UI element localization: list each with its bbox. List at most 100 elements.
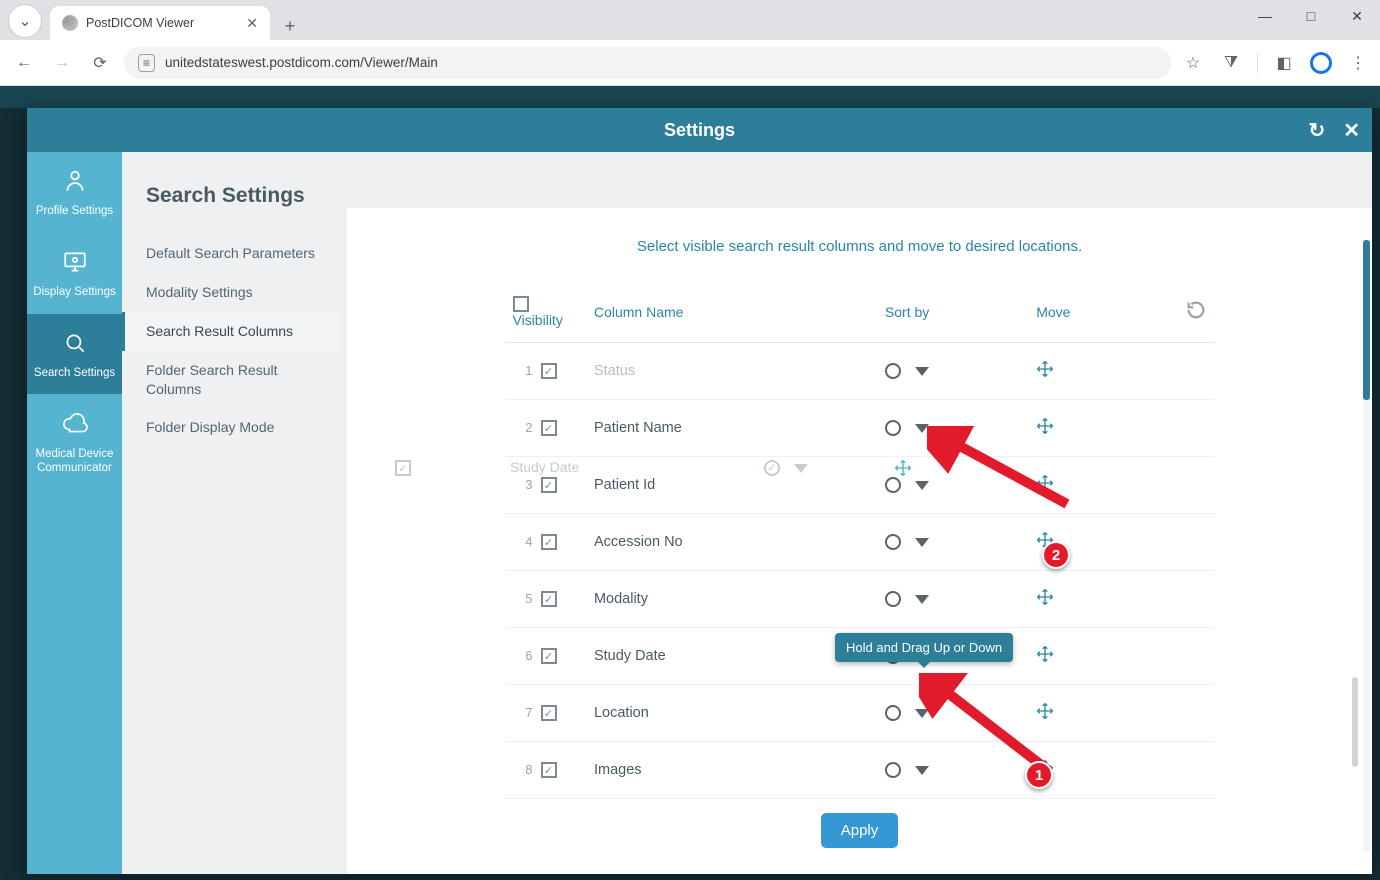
sort-direction-icon[interactable] <box>915 595 929 604</box>
row-number: 4 <box>513 534 541 549</box>
visibility-checkbox[interactable]: ✓ <box>541 477 557 493</box>
rail-display-settings[interactable]: Display Settings <box>27 233 122 314</box>
move-handle-icon[interactable] <box>1036 708 1054 724</box>
th-visibility[interactable]: Visibility <box>505 281 586 343</box>
sort-radio[interactable] <box>885 762 901 778</box>
rail-medical-device[interactable]: Medical Device Communicator <box>27 394 122 489</box>
reset-columns-icon[interactable] <box>1185 308 1207 324</box>
visibility-checkbox[interactable]: ✓ <box>541 534 557 550</box>
move-handle-icon[interactable] <box>1036 594 1054 610</box>
column-name-cell: Accession No <box>586 514 877 571</box>
move-handle-icon[interactable] <box>1036 480 1054 496</box>
visibility-checkbox[interactable]: ✓ <box>541 363 557 379</box>
page-title: Search Settings <box>122 184 341 234</box>
move-handle-icon[interactable] <box>1036 423 1054 439</box>
header-checkbox[interactable] <box>513 296 529 312</box>
address-bar[interactable]: ≡ unitedstateswest.postdicom.com/Viewer/… <box>124 47 1171 79</box>
monitor-gear-icon <box>62 249 88 279</box>
bookmark-star-icon[interactable]: ☆ <box>1181 51 1205 75</box>
column-name-cell: Location <box>586 685 877 742</box>
table-row[interactable]: 5✓ Modality <box>505 571 1215 628</box>
table-scrollbar[interactable] <box>1352 313 1358 777</box>
sort-direction-icon[interactable] <box>915 709 929 718</box>
move-handle-icon[interactable] <box>1036 366 1054 382</box>
table-row[interactable]: 2✓Patient Name <box>505 400 1215 457</box>
settings-modal: Settings ↻ ✕ Profile Settings Display Se… <box>27 108 1372 874</box>
site-info-icon[interactable]: ≡ <box>138 54 155 72</box>
row-number: 8 <box>513 762 541 777</box>
subnav-search-result-columns[interactable]: Search Result Columns <box>122 312 341 351</box>
sort-radio[interactable] <box>885 477 901 493</box>
visibility-checkbox[interactable]: ✓ <box>541 648 557 664</box>
column-name-cell: Patient Id <box>586 457 877 514</box>
th-sort: Sort by <box>877 281 1028 343</box>
sort-radio[interactable] <box>885 363 901 379</box>
rail-profile-settings[interactable]: Profile Settings <box>27 152 122 233</box>
visibility-checkbox[interactable]: ✓ <box>541 762 557 778</box>
th-move: Move <box>1028 281 1168 343</box>
window-close-icon[interactable]: ✕ <box>1334 0 1380 32</box>
new-tab-button[interactable]: + <box>276 12 304 40</box>
sort-radio[interactable] <box>885 705 901 721</box>
apply-button[interactable]: Apply <box>821 813 899 848</box>
window-minimize-icon[interactable]: ― <box>1242 0 1288 32</box>
visibility-checkbox[interactable]: ✓ <box>541 705 557 721</box>
profile-avatar-icon[interactable] <box>1310 52 1332 74</box>
row-number: 1 <box>513 363 541 378</box>
browser-toolbar: ← → ⟳ ≡ unitedstateswest.postdicom.com/V… <box>0 40 1380 86</box>
sort-radio[interactable] <box>885 534 901 550</box>
url-text: unitedstateswest.postdicom.com/Viewer/Ma… <box>165 55 438 70</box>
move-handle-icon[interactable] <box>1036 651 1054 667</box>
nav-reload-icon[interactable]: ⟳ <box>86 49 114 77</box>
sort-direction-icon[interactable] <box>915 424 929 433</box>
browser-titlebar: ⌄ PostDICOM Viewer ✕ + ― □ ✕ <box>0 0 1380 40</box>
table-row[interactable]: 4✓ Accession No <box>505 514 1215 571</box>
th-column-name: Column Name <box>586 281 877 343</box>
columns-panel: Select visible search result columns and… <box>347 208 1372 874</box>
visibility-checkbox[interactable]: ✓ <box>541 420 557 436</box>
subnav-folder-search-columns[interactable]: Folder Search Result Columns <box>122 351 341 409</box>
columns-table: Visibility Column Name Sort by Move 1✓St… <box>505 281 1215 799</box>
side-panel-icon[interactable]: ◧ <box>1272 51 1296 75</box>
modal-close-icon[interactable]: ✕ <box>1343 118 1360 143</box>
sort-radio[interactable] <box>885 591 901 607</box>
modal-title: Settings <box>664 120 735 141</box>
column-name-cell: Study Date <box>586 628 877 685</box>
nav-back-icon[interactable]: ← <box>10 49 38 77</box>
row-number: 7 <box>513 705 541 720</box>
sort-direction-icon[interactable] <box>915 766 929 775</box>
subnav-folder-display[interactable]: Folder Display Mode <box>122 408 341 447</box>
person-icon <box>62 168 88 198</box>
search-gear-icon <box>62 330 88 360</box>
sort-radio[interactable] <box>885 420 901 436</box>
move-handle-icon[interactable] <box>1036 537 1054 553</box>
subnav-default-search[interactable]: Default Search Parameters <box>122 234 341 273</box>
row-number: 2 <box>513 420 541 435</box>
table-row[interactable]: 8✓Images <box>505 741 1215 798</box>
browser-menu-icon[interactable]: ⋮ <box>1346 51 1370 75</box>
row-number: 5 <box>513 591 541 606</box>
modal-refresh-icon[interactable]: ↻ <box>1308 118 1325 143</box>
subnav-modality[interactable]: Modality Settings <box>122 273 341 312</box>
cloud-icon <box>62 410 88 440</box>
window-maximize-icon[interactable]: □ <box>1288 0 1334 32</box>
column-name-cell: Modality <box>586 571 877 628</box>
table-row[interactable]: 3✓ Patient Id <box>505 457 1215 514</box>
sort-direction-icon[interactable] <box>915 367 929 376</box>
rail-label: Search Settings <box>34 366 115 380</box>
browser-tab[interactable]: PostDICOM Viewer ✕ <box>50 6 270 40</box>
extensions-icon[interactable]: ⧩ <box>1219 51 1243 75</box>
row-number: 3 <box>513 477 541 492</box>
sort-direction-icon[interactable] <box>915 538 929 547</box>
rail-label: Medical Device Communicator <box>33 447 116 476</box>
rail-label: Display Settings <box>33 285 115 299</box>
settings-rail: Profile Settings Display Settings Search… <box>27 152 122 874</box>
tab-close-icon[interactable]: ✕ <box>246 15 258 32</box>
sort-direction-icon[interactable] <box>915 481 929 490</box>
table-row[interactable]: 1✓Status <box>505 343 1215 400</box>
visibility-checkbox[interactable]: ✓ <box>541 591 557 607</box>
rail-search-settings[interactable]: Search Settings <box>27 314 122 395</box>
tab-search-chevron[interactable]: ⌄ <box>8 4 42 38</box>
move-handle-icon[interactable] <box>1036 765 1054 781</box>
table-row[interactable]: 7✓ Location <box>505 685 1215 742</box>
